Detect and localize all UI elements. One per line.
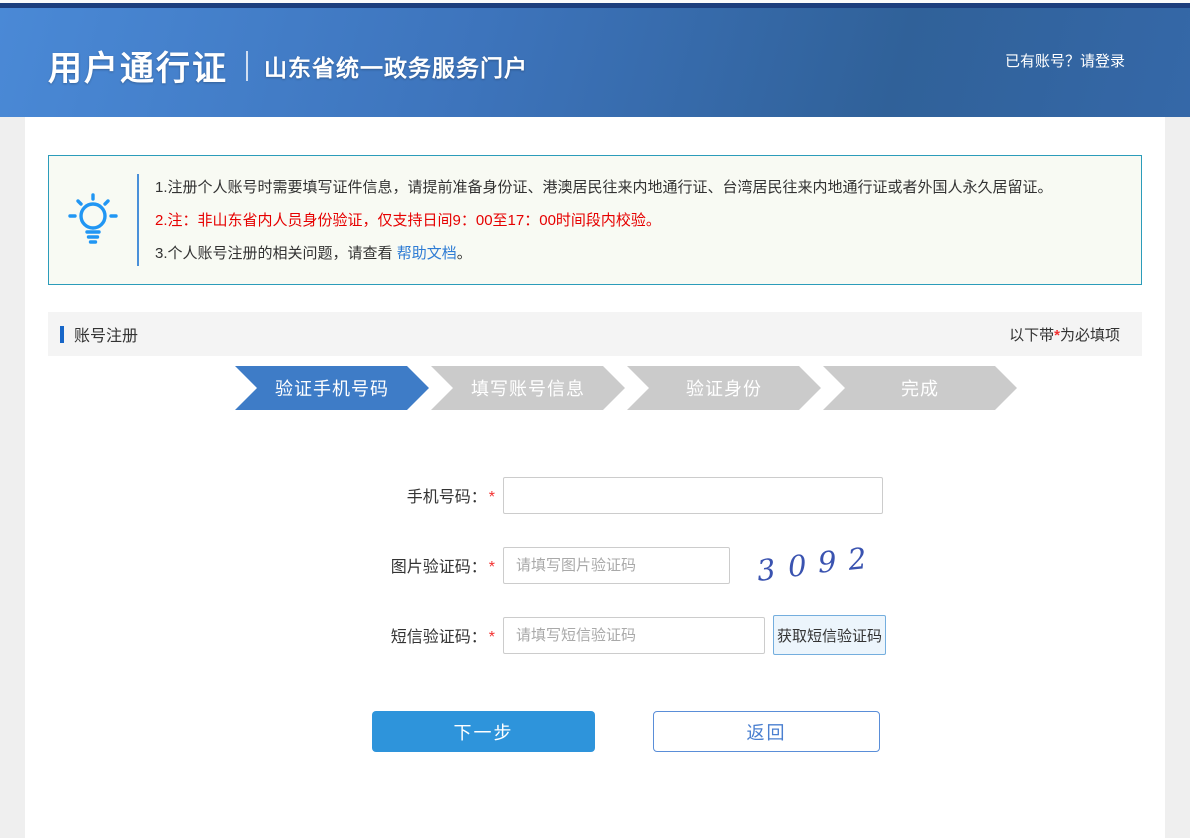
notice-line-3-period: 。 xyxy=(457,245,472,262)
brand-title: 用户通行证 xyxy=(48,41,228,90)
section-accent-bar xyxy=(60,326,64,343)
phone-required-star: * xyxy=(489,489,495,506)
required-note-suffix: 为必填项 xyxy=(1060,327,1120,344)
section-title: 账号注册 xyxy=(60,322,138,346)
image-captcha-label: 图片验证码：* xyxy=(48,553,495,577)
sms-captcha-row: 短信验证码：* 获取短信验证码 xyxy=(48,616,1142,654)
notice-line-2: 2.注：非山东省内人员身份验证，仅支持日间9：00至17：00时间段内校验。 xyxy=(155,204,1053,237)
captcha-image[interactable]: 3 0 9 2 xyxy=(746,545,878,585)
lightbulb-icon xyxy=(49,192,137,248)
page-header: 用户通行证 山东省统一政务服务门户 已有账号？请登录 xyxy=(0,8,1190,117)
step-complete: 完成 xyxy=(823,366,1017,410)
image-captcha-required-star: * xyxy=(489,559,495,576)
notice-line-3-text: 3.个人账号注册的相关问题，请查看 xyxy=(155,245,397,262)
get-sms-code-button[interactable]: 获取短信验证码 xyxy=(773,615,886,655)
step-verify-identity: 验证身份 xyxy=(627,366,821,410)
phone-label: 手机号码：* xyxy=(48,483,495,507)
image-captcha-label-text: 图片验证码： xyxy=(391,559,487,576)
sms-captcha-required-star: * xyxy=(489,629,495,646)
phone-row: 手机号码：* xyxy=(48,476,1142,514)
required-note: 以下带*为必填项 xyxy=(1009,324,1120,345)
notice-box: 1.注册个人账号时需要填写证件信息，请提前准备身份证、港澳居民往来内地通行证、台… xyxy=(48,155,1142,285)
step-indicator: 验证手机号码 填写账号信息 验证身份 完成 xyxy=(235,366,1142,410)
required-note-prefix: 以下带 xyxy=(1009,327,1054,344)
back-button[interactable]: 返回 xyxy=(653,711,880,752)
sms-captcha-label: 短信验证码：* xyxy=(48,623,495,647)
main-container: 1.注册个人账号时需要填写证件信息，请提前准备身份证、港澳居民往来内地通行证、台… xyxy=(25,117,1165,838)
notice-line-3: 3.个人账号注册的相关问题，请查看 帮助文档。 xyxy=(155,237,1053,270)
section-bar: 账号注册 以下带*为必填项 xyxy=(48,312,1142,356)
captcha-digit: 2 xyxy=(847,541,869,577)
brand: 用户通行证 山东省统一政务服务门户 xyxy=(48,41,528,90)
section-title-text: 账号注册 xyxy=(74,322,138,346)
image-captcha-row: 图片验证码：* 3 0 9 2 xyxy=(48,546,1142,584)
notice-line-1: 1.注册个人账号时需要填写证件信息，请提前准备身份证、港澳居民往来内地通行证、台… xyxy=(155,171,1053,204)
help-doc-link[interactable]: 帮助文档 xyxy=(397,245,457,262)
form-actions: 下一步 返回 xyxy=(372,711,1142,752)
step-verify-phone: 验证手机号码 xyxy=(235,366,429,410)
phone-label-text: 手机号码： xyxy=(407,489,487,506)
notice-text: 1.注册个人账号时需要填写证件信息，请提前准备身份证、港澳居民往来内地通行证、台… xyxy=(139,171,1053,270)
captcha-digit: 3 xyxy=(755,552,777,588)
captcha-digit: 0 xyxy=(786,548,807,583)
sms-captcha-input[interactable] xyxy=(503,617,765,654)
captcha-digit: 9 xyxy=(817,545,837,580)
registration-form: 手机号码：* 图片验证码：* 3 0 9 2 短信验证码：* 获取短信验证码 下… xyxy=(48,476,1142,752)
brand-subtitle: 山东省统一政务服务门户 xyxy=(264,49,528,83)
image-captcha-input[interactable] xyxy=(503,547,730,584)
brand-divider xyxy=(246,51,248,81)
next-step-button[interactable]: 下一步 xyxy=(372,711,595,752)
step-fill-account-info: 填写账号信息 xyxy=(431,366,625,410)
sms-captcha-label-text: 短信验证码： xyxy=(391,629,487,646)
login-link[interactable]: 已有账号？请登录 xyxy=(1005,50,1125,71)
phone-input[interactable] xyxy=(503,477,883,514)
